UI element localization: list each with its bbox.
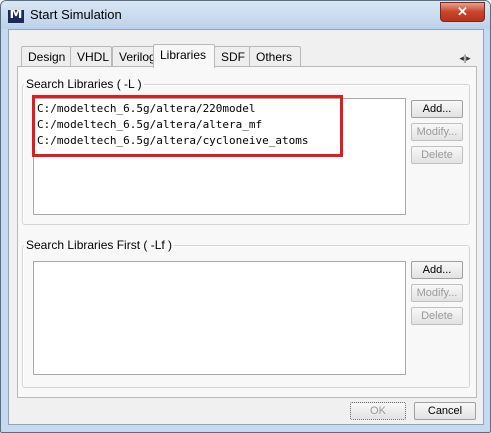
cancel-button[interactable]: Cancel [414, 402, 476, 420]
close-icon: ✕ [457, 4, 468, 19]
tab-libraries[interactable]: Libraries [153, 44, 215, 68]
window-title: Start Simulation [30, 7, 122, 22]
search-libraries-first-delete-button[interactable]: Delete [411, 307, 463, 325]
libraries-tab-panel: Search Libraries ( -L ) C:/modeltech_6.5… [17, 66, 477, 398]
red-highlight-box [32, 95, 343, 157]
ok-button[interactable]: OK [350, 402, 406, 420]
search-libraries-modify-button[interactable]: Modify... [411, 123, 463, 141]
close-button[interactable]: ✕ [440, 2, 485, 22]
tab-scroll-arrows-icon[interactable]: ◂|▸ [457, 51, 473, 66]
search-libraries-delete-button[interactable]: Delete [411, 146, 463, 164]
tab-others[interactable]: Others [249, 46, 301, 67]
search-libraries-first-list[interactable] [33, 261, 406, 375]
search-libraries-first-legend: Search Libraries First ( -Lf ) [26, 238, 173, 252]
start-simulation-window: M Start Simulation ✕ Design VHDL Verilog… [0, 0, 491, 433]
tab-design[interactable]: Design [21, 46, 71, 67]
dialog-body: Design VHDL Verilog Libraries SDF Others… [8, 29, 484, 425]
tab-vhdl[interactable]: VHDL [70, 46, 112, 67]
search-libraries-legend: Search Libraries ( -L ) [26, 77, 142, 91]
modelsim-app-icon: M [8, 7, 24, 23]
search-libraries-add-button[interactable]: Add... [411, 100, 463, 118]
search-libraries-first-modify-button[interactable]: Modify... [411, 284, 463, 302]
search-libraries-first-add-button[interactable]: Add... [411, 261, 463, 279]
tab-sdf[interactable]: SDF [214, 46, 251, 67]
title-bar[interactable]: M Start Simulation ✕ [1, 1, 490, 29]
